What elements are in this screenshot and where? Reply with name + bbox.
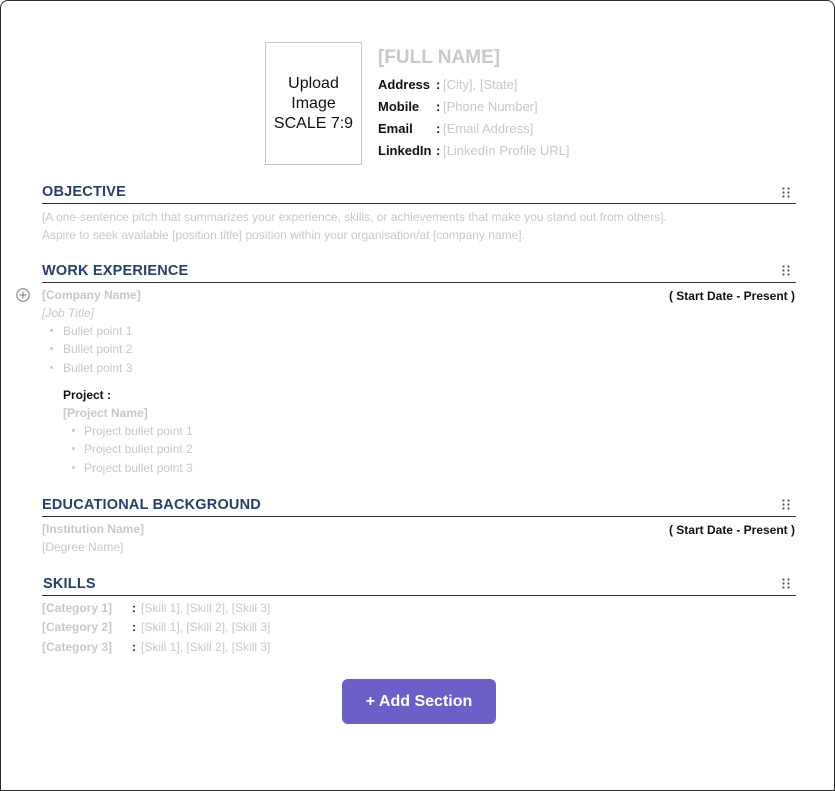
project-label: Project : xyxy=(63,388,112,402)
upload-image-line-3: SCALE 7:9 xyxy=(273,114,354,132)
email-label: Email xyxy=(378,121,413,136)
bullet-marker xyxy=(50,366,53,369)
education-date-range[interactable]: ( Start Date - Present ) xyxy=(669,523,795,537)
skills-title[interactable]: SKILLS xyxy=(43,576,96,592)
project-name-field[interactable]: [Project Name] xyxy=(63,406,148,420)
skill-colon: : xyxy=(132,601,136,615)
drag-handle-icon[interactable] xyxy=(782,187,790,198)
project-bullet-1[interactable]: Project bullet point 1 xyxy=(84,424,193,438)
full-name-field[interactable]: [FULL NAME] xyxy=(378,47,500,69)
bullet-marker xyxy=(72,466,75,469)
skill-items-3[interactable]: [Skill 1], [Skill 2], [Skill 3] xyxy=(141,640,270,654)
upload-image-line-2: Image xyxy=(291,94,336,112)
skill-items-1[interactable]: [Skill 1], [Skill 2], [Skill 3] xyxy=(141,601,270,615)
address-colon: : xyxy=(436,77,441,92)
education-divider xyxy=(42,516,796,517)
bullet-marker xyxy=(72,429,75,432)
skill-category-3[interactable]: [Category 3] xyxy=(42,640,112,654)
skill-category-2[interactable]: [Category 2] xyxy=(42,620,112,634)
address-label: Address xyxy=(378,77,431,92)
mobile-field[interactable]: [Phone Number] xyxy=(443,99,538,114)
work-bullet-1[interactable]: Bullet point 1 xyxy=(63,324,132,338)
mobile-colon: : xyxy=(436,99,441,114)
project-bullet-3[interactable]: Project bullet point 3 xyxy=(84,461,193,475)
work-bullet-3[interactable]: Bullet point 3 xyxy=(63,361,132,375)
drag-handle-icon[interactable] xyxy=(782,578,790,589)
drag-handle-icon[interactable] xyxy=(782,265,790,276)
linkedin-label: LinkedIn xyxy=(378,143,432,158)
work-date-range[interactable]: ( Start Date - Present ) xyxy=(669,289,795,303)
objective-divider xyxy=(42,203,796,204)
plus-circle-icon[interactable] xyxy=(16,288,30,302)
linkedin-field[interactable]: [LinkedIn Profile URL] xyxy=(443,143,569,158)
linkedin-colon: : xyxy=(436,143,441,158)
upload-image-line-1: Upload xyxy=(288,74,339,92)
address-field[interactable]: [City], [State] xyxy=(443,77,517,92)
email-colon: : xyxy=(436,121,441,136)
resume-page: Upload Image SCALE 7:9 [FULL NAME] Addre… xyxy=(0,0,835,791)
bullet-marker xyxy=(72,447,75,450)
drag-handle-icon[interactable] xyxy=(782,499,790,510)
skill-colon: : xyxy=(132,640,136,654)
bullet-marker xyxy=(50,347,53,350)
institution-name-field[interactable]: [Institution Name] xyxy=(42,522,144,536)
objective-title[interactable]: OBJECTIVE xyxy=(42,184,126,200)
work-bullet-2[interactable]: Bullet point 2 xyxy=(63,342,132,356)
add-section-button[interactable]: + Add Section xyxy=(342,679,496,724)
skill-category-1[interactable]: [Category 1] xyxy=(42,601,112,615)
company-name-field[interactable]: [Company Name] xyxy=(42,288,141,302)
degree-name-field[interactable]: [Degree Name] xyxy=(42,540,123,554)
mobile-label: Mobile xyxy=(378,99,420,114)
job-title-field[interactable]: [Job Title] xyxy=(42,306,94,320)
work-experience-divider xyxy=(42,282,796,283)
objective-text[interactable]: [A one-sentence pitch that summarizes yo… xyxy=(42,208,702,244)
work-experience-title[interactable]: WORK EXPERIENCE xyxy=(42,263,188,279)
skill-colon: : xyxy=(132,620,136,634)
bullet-marker xyxy=(50,329,53,332)
skill-items-2[interactable]: [Skill 1], [Skill 2], [Skill 3] xyxy=(141,620,270,634)
education-title[interactable]: EDUCATIONAL BACKGROUND xyxy=(42,497,261,513)
skills-divider xyxy=(42,595,796,596)
project-bullet-2[interactable]: Project bullet point 2 xyxy=(84,442,193,456)
upload-image-box[interactable]: Upload Image SCALE 7:9 xyxy=(265,42,362,165)
email-field[interactable]: [Email Address] xyxy=(443,121,533,136)
